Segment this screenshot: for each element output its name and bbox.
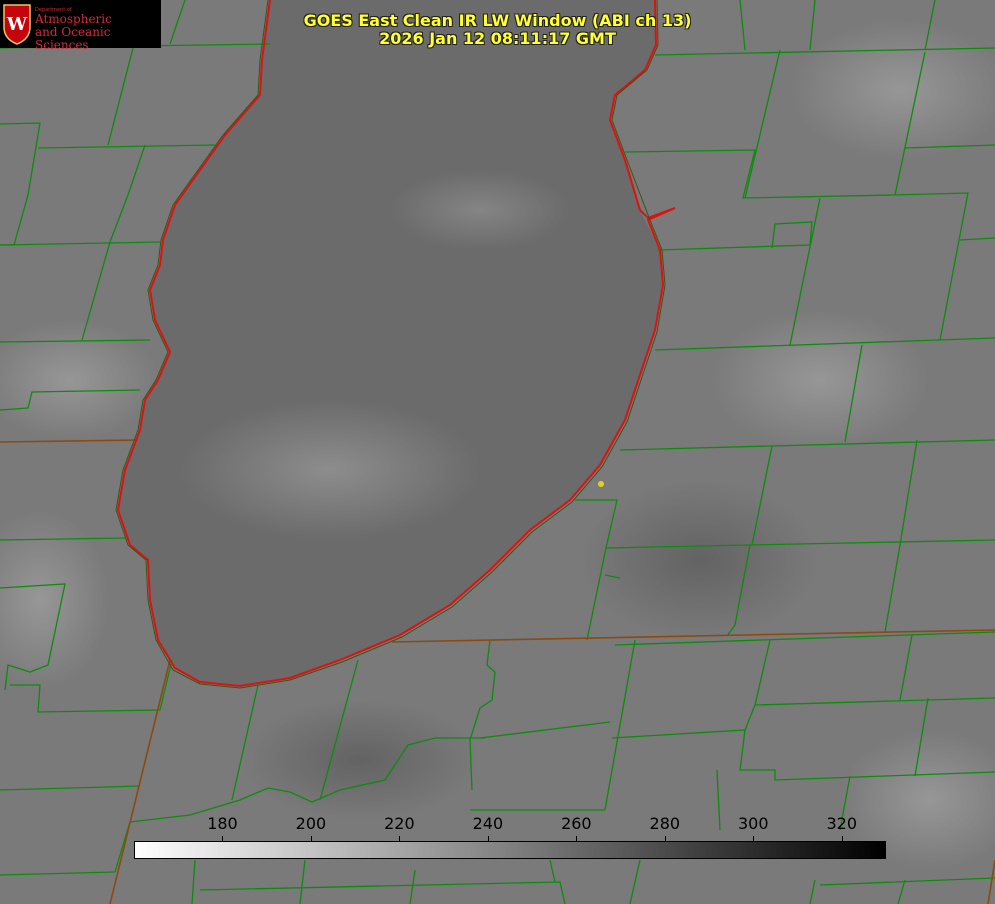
satellite-image-viewer: W Department of Atmospheric and Oceanic … [0, 0, 995, 904]
image-timestamp: 2026 Jan 12 08:11:17 GMT [379, 29, 616, 48]
colorbar-tick-label: 280 [649, 814, 681, 833]
lake-michigan [118, 0, 663, 686]
image-title: GOES East Clean IR LW Window (ABI ch 13) [303, 11, 692, 30]
satellite-map [0, 0, 995, 904]
colorbar-tick-label: 320 [826, 814, 858, 833]
colorbar-tick-label: 240 [472, 814, 504, 833]
colorbar [134, 841, 886, 859]
colorbar-tick-label: 300 [738, 814, 769, 833]
colorbar-tick-label: 220 [384, 814, 415, 833]
colorbar-tick-label: 260 [561, 814, 592, 833]
location-marker [598, 481, 604, 487]
colorbar-tick-label: 180 [207, 814, 238, 833]
colorbar-tick-label: 200 [295, 814, 327, 833]
